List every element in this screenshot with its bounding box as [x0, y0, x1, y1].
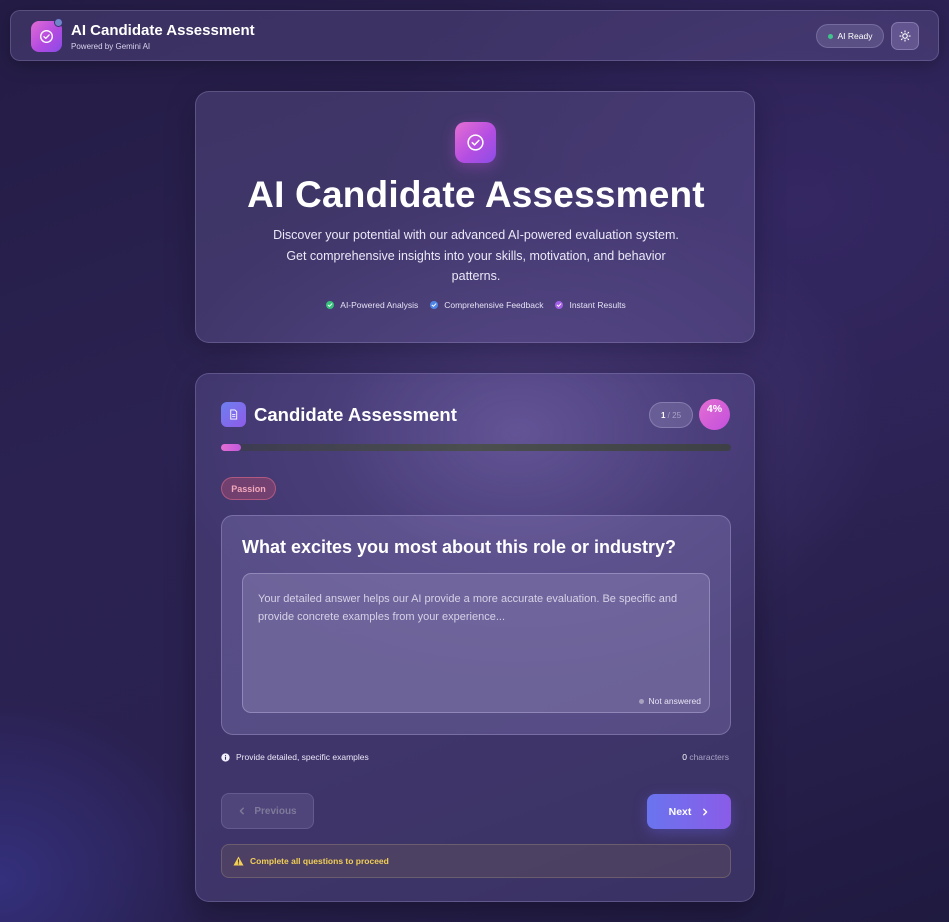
- question-panel: What excites you most about this role or…: [221, 515, 731, 735]
- logo-status-dot: [54, 18, 63, 27]
- feature-feedback: Comprehensive Feedback: [430, 300, 543, 310]
- assessment-title: Candidate Assessment: [254, 404, 457, 425]
- next-button-label: Next: [668, 805, 692, 818]
- app-subtitle: Powered by Gemini AI: [71, 42, 151, 51]
- feature-list: AI-Powered Analysis Comprehensive Feedba…: [196, 300, 756, 310]
- hero-title: AI Candidate Assessment: [247, 174, 705, 215]
- check-circle-icon: [467, 134, 484, 151]
- theme-toggle-button[interactable]: [891, 22, 919, 50]
- warning-text: Complete all questions to proceed: [250, 856, 389, 866]
- assessment-card: Candidate Assessment 1 / 25 4% Passion W…: [195, 373, 755, 902]
- warning-icon: [233, 856, 244, 866]
- feature-label: Instant Results: [569, 300, 626, 310]
- progress-bar-fill: [221, 444, 242, 451]
- question-text: What excites you most about this role or…: [242, 537, 677, 557]
- question-counter: 1 / 25: [649, 402, 693, 428]
- app-title: AI Candidate Assessment: [71, 22, 255, 39]
- completion-warning: Complete all questions to proceed: [221, 844, 731, 878]
- check-badge-icon: [430, 301, 439, 309]
- answer-textarea[interactable]: [243, 574, 709, 712]
- category-badge: Passion: [221, 477, 276, 500]
- hero-card: AI Candidate Assessment Discover your po…: [195, 91, 755, 343]
- feature-label: Comprehensive Feedback: [444, 300, 544, 310]
- check-badge-icon: [326, 301, 335, 309]
- status-dot-icon: [638, 698, 644, 704]
- ai-status-label: AI Ready: [837, 31, 873, 41]
- previous-button-label: Previous: [254, 805, 297, 817]
- current-question-number: 1: [660, 410, 666, 420]
- character-count-value: 0: [682, 752, 687, 762]
- hero-logo: [455, 122, 496, 163]
- hero-description: Discover your potential with our advance…: [273, 228, 679, 283]
- previous-button[interactable]: Previous: [221, 793, 314, 829]
- feature-label: AI-Powered Analysis: [340, 300, 419, 310]
- next-button[interactable]: Next: [647, 794, 731, 829]
- assessment-icon: [221, 402, 246, 427]
- feature-ai-analysis: AI-Powered Analysis: [326, 300, 418, 310]
- chevron-right-icon: [703, 808, 708, 815]
- answer-status: Not answered: [638, 696, 701, 706]
- info-icon: [221, 752, 230, 762]
- character-count: 0 characters: [682, 752, 729, 762]
- progress-bar: [221, 444, 731, 451]
- document-icon: [230, 409, 238, 420]
- answer-status-label: Not answered: [648, 696, 701, 706]
- app-header: AI Candidate Assessment Powered by Gemin…: [10, 10, 939, 61]
- answer-field-container: Not answered: [242, 573, 710, 713]
- total-questions: / 25: [667, 410, 682, 420]
- status-dot-icon: [827, 33, 833, 39]
- check-circle-icon: [40, 30, 53, 43]
- chevron-left-icon: [240, 807, 245, 815]
- feature-instant-results: Instant Results: [555, 300, 626, 310]
- sun-icon: [899, 30, 911, 42]
- check-badge-icon: [555, 301, 564, 309]
- percent-complete-badge: 4%: [699, 399, 730, 430]
- answer-hint: Provide detailed, specific examples: [221, 752, 369, 762]
- hint-text: Provide detailed, specific examples: [236, 752, 369, 762]
- character-count-label: characters: [689, 752, 729, 762]
- ai-status-badge: AI Ready: [816, 24, 884, 48]
